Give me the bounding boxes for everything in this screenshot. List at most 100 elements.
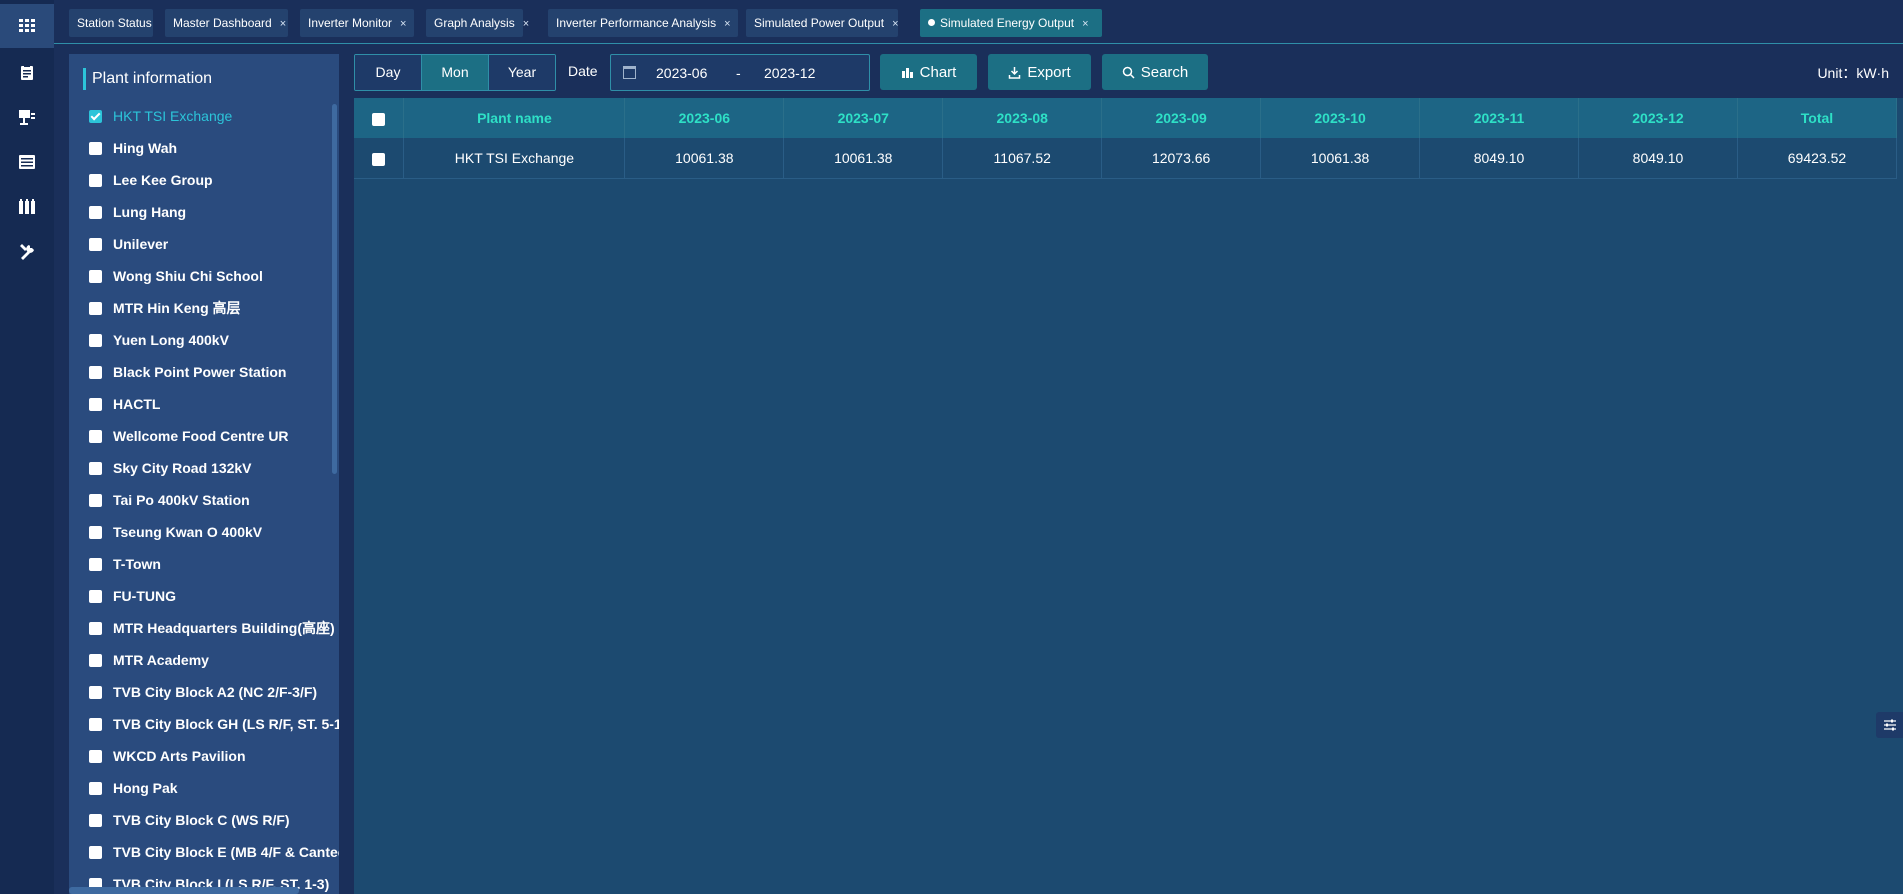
plant-list-item[interactable]: WKCD Arts Pavilion [89, 746, 339, 766]
tab-graph-analysis[interactable]: Graph Analysis × [426, 9, 529, 37]
plant-list-item[interactable]: TVB City Block A2 (NC 2/F-3/F) [89, 682, 339, 702]
plant-checkbox[interactable] [89, 685, 102, 699]
plant-checkbox[interactable] [89, 365, 102, 379]
period-day-button[interactable]: Day [355, 55, 421, 90]
battery-icon[interactable] [0, 185, 54, 229]
plant-checkbox[interactable] [89, 621, 102, 635]
grid-menu-icon[interactable] [0, 4, 54, 48]
plant-list-item[interactable]: Lee Kee Group [89, 170, 339, 190]
download-icon [1009, 66, 1021, 79]
plant-list-item[interactable]: Yuen Long 400kV [89, 330, 339, 350]
table-row[interactable]: HKT TSI Exchange 10061.38 10061.38 11067… [354, 138, 1898, 178]
search-button[interactable]: Search [1102, 54, 1208, 90]
plant-checkbox[interactable] [89, 525, 102, 539]
plant-checkbox[interactable] [89, 173, 102, 187]
column-header[interactable]: 2023-08 [942, 98, 1103, 138]
plant-list-item[interactable]: MTR Headquarters Building(高座) [89, 618, 339, 638]
plant-checkbox[interactable] [89, 109, 102, 123]
select-all-checkbox[interactable] [372, 112, 386, 126]
plant-checkbox[interactable] [89, 717, 102, 731]
plant-checkbox[interactable] [89, 557, 102, 571]
plant-list-item[interactable]: Wellcome Food Centre UR [89, 426, 339, 446]
plant-list-item[interactable]: Hong Pak [89, 778, 339, 798]
row-select-cell[interactable] [354, 138, 405, 178]
plant-name: MTR Academy [113, 652, 209, 668]
plant-list-item[interactable]: T-Town [89, 554, 339, 574]
plant-list-item[interactable]: Unilever [89, 234, 339, 254]
tab-simulated-power-output[interactable]: Simulated Power Output × [746, 9, 899, 37]
list-table-icon[interactable] [0, 140, 54, 184]
plant-checkbox[interactable] [89, 813, 102, 827]
plant-checkbox[interactable] [89, 397, 102, 411]
plant-list-item[interactable]: MTR Hin Keng 高层 [89, 298, 339, 318]
plant-checkbox[interactable] [89, 237, 102, 251]
plant-checkbox[interactable] [89, 493, 102, 507]
column-header[interactable]: 2023-11 [1419, 98, 1579, 138]
close-icon[interactable]: × [892, 18, 898, 30]
plant-list-item[interactable]: Tai Po 400kV Station [89, 490, 339, 510]
period-year-button[interactable]: Year [488, 55, 555, 90]
plant-panel: Plant information HKT TSI Exchange Hing W… [69, 54, 339, 894]
column-header[interactable]: 2023-06 [624, 98, 785, 138]
solar-panel-icon[interactable] [0, 95, 54, 139]
energy-table: Plant name 2023-06 2023-07 2023-08 2023-… [354, 98, 1898, 179]
plant-list-item[interactable]: Hing Wah [89, 138, 339, 158]
date-range-picker[interactable]: 2023-06 - 2023-12 [610, 54, 870, 91]
plant-list-item[interactable]: Sky City Road 132kV [89, 458, 339, 478]
plant-checkbox[interactable] [89, 749, 102, 763]
close-icon[interactable]: × [724, 18, 730, 30]
plant-checkbox[interactable] [89, 269, 102, 283]
tools-icon[interactable] [0, 230, 54, 274]
close-icon[interactable]: × [523, 18, 529, 30]
plant-checkbox[interactable] [89, 429, 102, 443]
export-button[interactable]: Export [988, 54, 1091, 90]
select-all-cell[interactable] [354, 98, 405, 138]
plant-checkbox[interactable] [89, 333, 102, 347]
column-header[interactable]: 2023-07 [783, 98, 944, 138]
table-cell: 11067.52 [942, 138, 1103, 178]
column-header[interactable]: 2023-12 [1578, 98, 1738, 138]
plant-checkbox[interactable] [89, 589, 102, 603]
plant-list-item[interactable]: Wong Shiu Chi School [89, 266, 339, 286]
plant-checkbox[interactable] [89, 653, 102, 667]
table-header-row: Plant name 2023-06 2023-07 2023-08 2023-… [354, 98, 1898, 138]
tab-inverter-performance-analysis[interactable]: Inverter Performance Analysis × [548, 9, 738, 37]
icon-rail [0, 0, 54, 894]
plant-checkbox[interactable] [89, 845, 102, 859]
tab-master-dashboard[interactable]: Master Dashboard × [165, 9, 288, 37]
plant-list-item[interactable]: Tseung Kwan O 400kV [89, 522, 339, 542]
row-checkbox[interactable] [372, 152, 386, 166]
plant-checkbox[interactable] [89, 205, 102, 219]
plant-checkbox[interactable] [89, 781, 102, 795]
plant-checkbox[interactable] [89, 461, 102, 475]
tab-inverter-monitor[interactable]: Inverter Monitor × [300, 9, 414, 37]
column-header[interactable]: Plant name [403, 98, 626, 138]
close-icon[interactable]: × [280, 18, 286, 30]
plant-checkbox[interactable] [89, 141, 102, 155]
date-end[interactable]: 2023-12 [764, 65, 815, 81]
plant-list-item[interactable]: HKT TSI Exchange [89, 106, 339, 126]
plant-list-item[interactable]: TVB City Block C (WS R/F) [89, 810, 339, 830]
settings-sliders-icon[interactable] [1876, 712, 1903, 738]
column-header[interactable]: Total [1737, 98, 1898, 138]
tab-station-status[interactable]: Station Status [69, 9, 153, 37]
plant-list-item[interactable]: TVB City Block GH (LS R/F, ST. 5-10) [89, 714, 339, 734]
plant-list-item[interactable]: HACTL [89, 394, 339, 414]
clipboard-icon[interactable] [0, 50, 54, 94]
period-mon-button[interactable]: Mon [421, 55, 488, 90]
column-header[interactable]: 2023-10 [1260, 98, 1421, 138]
plant-list-item[interactable]: FU-TUNG [89, 586, 339, 606]
plant-checkbox[interactable] [89, 301, 102, 315]
close-icon[interactable]: × [400, 18, 406, 30]
date-start[interactable]: 2023-06 [656, 65, 707, 81]
horizontal-scrollbar[interactable] [69, 887, 299, 894]
vertical-scrollbar[interactable] [332, 104, 337, 474]
plant-list-item[interactable]: MTR Academy [89, 650, 339, 670]
plant-list-item[interactable]: TVB City Block E (MB 4/F & Canteen) [89, 842, 339, 862]
tab-simulated-energy-output[interactable]: Simulated Energy Output × [920, 9, 1102, 37]
plant-list-item[interactable]: Lung Hang [89, 202, 339, 222]
close-icon[interactable]: × [1082, 18, 1088, 30]
chart-button[interactable]: Chart [880, 54, 977, 90]
column-header[interactable]: 2023-09 [1101, 98, 1262, 138]
plant-list-item[interactable]: Black Point Power Station [89, 362, 339, 382]
